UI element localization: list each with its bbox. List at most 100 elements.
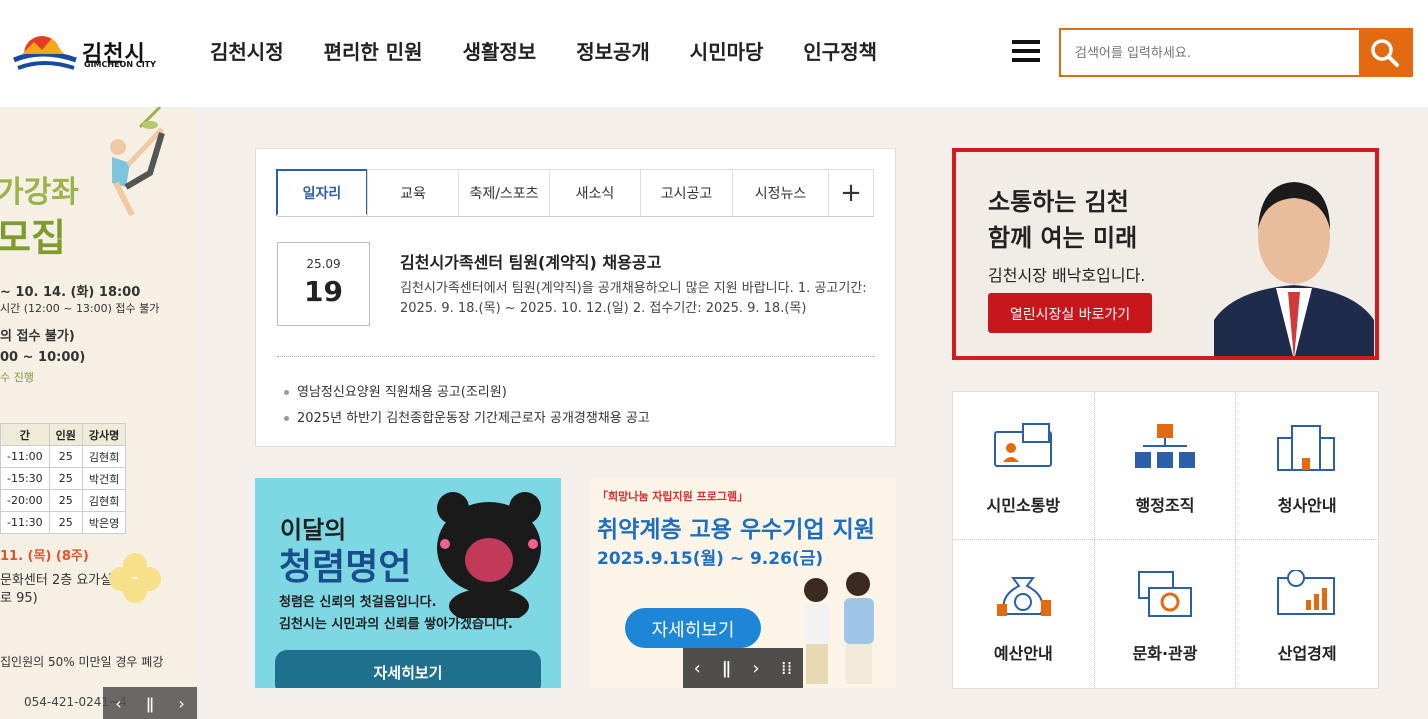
banner2-detail-button[interactable]: 자세히보기 [625,608,761,648]
banner-cancel-note: 집인원의 50% 미만일 경우 폐강 [0,655,164,669]
banner1-line2: 김천시는 시민과의 신뢰를 쌓아가겠습니다. [279,617,513,632]
table-cell: 김현희 [81,445,127,468]
table-cell: 25 [48,445,83,468]
banner1-line1: 청렴은 신뢰의 첫걸음입니다. [279,595,437,610]
hamburger-menu-icon[interactable] [1012,40,1040,64]
pause-button[interactable]: ǁ [146,694,154,713]
banner2-tag: 「희망나눔 자립지원 프로그램」 [597,490,749,503]
table-cell: -11:30 [0,511,50,534]
search-icon [1371,39,1399,67]
banner-time-note: 수 진행 [0,371,34,384]
table-cell: 25 [48,489,83,512]
logo-emblem-icon [12,36,82,78]
table-header: 강사명 [81,423,127,446]
grid-view-icon[interactable]: ⁞⁞ [781,658,792,679]
list-item[interactable]: 2025년 하반기 김천종합운동장 기간제근로자 공개경쟁채용 공고 [284,406,650,432]
nav-item-city-admin[interactable]: 김천시정 [210,36,284,65]
site-header: 김천시 GIMCHEON CITY 김천시정 편리한 민원 생활정보 정보공개 … [0,0,1428,107]
table-cell: -20:00 [0,489,50,512]
table-cell: 25 [48,511,83,534]
mayor-box: 소통하는 김천 함께 여는 미래 김천시장 배낙호입니다. 열린시장실 바로가기 [952,148,1379,360]
quick-link-label: 문화·관광 [1132,644,1198,663]
pause-button[interactable]: ǁ [722,658,731,679]
tab-news[interactable]: 새소식 [549,169,641,216]
post-date-box: 25.09 19 [277,242,370,326]
banner1-title-line2: 청렴명언 [279,547,412,588]
featured-post-title[interactable]: 김천시가족센터 팀원(계약직) 채용공고 [400,249,661,273]
main-nav: 김천시정 편리한 민원 생활정보 정보공개 시민마당 인구정책 [210,36,917,65]
table-header: 인원 [48,423,83,446]
table-cell: 25 [48,467,83,490]
left-banner-controls: ‹ ǁ › [103,687,197,719]
quick-link-label: 청사안내 [1277,496,1337,515]
quick-link-industry-economy[interactable]: 산업경제 [1236,540,1378,688]
table-cell: -15:30 [0,467,50,490]
nav-item-info-disclosure[interactable]: 정보공개 [576,36,650,65]
banner1-detail-button[interactable]: 자세히보기 [275,650,541,688]
next-slide-button[interactable]: › [752,658,759,679]
quick-link-citizen-communication[interactable]: 시민소통방 [953,392,1095,540]
yoga-class-banner[interactable]: 가강좌 모집 ~ 10. 14. (화) 18:00 시간 (12:00 ~ 1… [0,107,197,719]
camera-icon [1137,571,1192,617]
banner-title-line2: 모집 [0,216,66,260]
mayor-slogan-line1: 소통하는 김천 [988,188,1129,216]
mayor-intro: 김천시장 배낙호입니다. [988,266,1146,285]
more-button[interactable]: + [828,169,874,216]
quick-link-building-guide[interactable]: 청사안내 [1236,392,1378,540]
banner-period: ~ 10. 14. (화) 18:00 [0,285,141,300]
logo-subtext: GIMCHEON CITY [84,60,156,69]
table-row: -11:30 25 박은영 [0,511,127,534]
integrity-quote-banner[interactable]: 이달의 청렴명언 청렴은 신뢰의 첫걸음입니다. 김천시는 시민과의 신뢰를 쌓… [255,478,561,688]
quick-links-grid: 시민소통방 행정조직 청사안내 예산안내 문화·관광 산업경제 [952,391,1379,689]
quick-link-culture-tourism[interactable]: 문화·관광 [1095,540,1237,688]
nav-item-life-info[interactable]: 생활정보 [463,36,537,65]
quick-link-label: 행정조직 [1135,496,1195,515]
mayor-photo [1214,182,1374,356]
table-header: 간 [0,423,50,446]
next-slide-button[interactable]: › [178,694,184,713]
table-row: -11:00 25 김현희 [0,445,127,468]
tab-public-notice[interactable]: 고시공고 [640,169,733,216]
banner-place-line1: 문화센터 2층 요가실 [0,573,113,588]
banner-place-line2: 로 95) [0,591,38,606]
class-schedule-table: 간 인원 강사명 -11:00 25 김현희 -15:30 25 박건희 -20… [0,423,127,534]
banner1-subtext: 청렴은 신뢰의 첫걸음입니다. 김천시는 시민과의 신뢰를 쌓아가겠습니다. [279,592,513,636]
featured-post-desc[interactable]: 김천시가족센터에서 팀원(계약직)을 공개채용하오니 많은 지원 바랍니다. 1… [400,279,870,319]
table-cell: 박은영 [81,511,127,534]
banner-slider-controls: ‹ ǁ › ⁞⁞ [683,648,803,688]
nav-item-civil-service[interactable]: 편리한 민원 [324,36,423,65]
open-mayor-office-button[interactable]: 열린시장실 바로가기 [988,293,1152,333]
list-item[interactable]: 영남정신요양원 직원채용 공고(조리원) [284,380,650,406]
post-date-ym: 25.09 [306,257,341,271]
banner2-date: 2025.9.15(월) ~ 9.26(금) [597,549,824,569]
table-cell: 김현희 [81,489,127,512]
economy-chart-icon [1277,570,1336,615]
prev-slide-button[interactable]: ‹ [694,658,701,679]
search-input[interactable] [1075,42,1355,64]
tab-education[interactable]: 교육 [367,169,459,216]
quick-link-organization[interactable]: 행정조직 [1094,392,1237,540]
table-row: -20:00 25 김현희 [0,489,127,512]
building-icon [1277,425,1336,471]
prev-slide-button[interactable]: ‹ [115,694,121,713]
quick-link-label: 예산안내 [993,644,1053,663]
search-button[interactable] [1359,30,1411,75]
tab-festival-sports[interactable]: 축제/스포츠 [458,169,550,216]
notice-board: 일자리 교육 축제/스포츠 새소식 고시공고 시정뉴스 + 25.09 19 김… [255,148,896,447]
quick-link-label: 산업경제 [1277,644,1337,663]
search-box [1059,28,1413,77]
nav-item-population-policy[interactable]: 인구정책 [803,36,877,65]
quick-link-label: 시민소통방 [986,496,1061,515]
mayor-slogan-line2: 함께 여는 미래 [988,224,1138,252]
tab-jobs[interactable]: 일자리 [276,169,368,216]
org-chart-icon [1134,424,1195,468]
banner2-title: 취약계층 고용 우수기업 지원 [597,517,875,543]
banner-title-line1: 가강좌 [0,175,79,210]
nav-item-citizen-square[interactable]: 시민마당 [690,36,764,65]
banner-schedule: 11. (목) (8주) [0,549,89,564]
quick-link-budget[interactable]: 예산안내 [953,540,1095,688]
speech-monitor-icon [994,423,1052,467]
divider [277,356,875,357]
table-row: -15:30 25 박건희 [0,467,127,490]
tab-city-news[interactable]: 시정뉴스 [732,169,829,216]
